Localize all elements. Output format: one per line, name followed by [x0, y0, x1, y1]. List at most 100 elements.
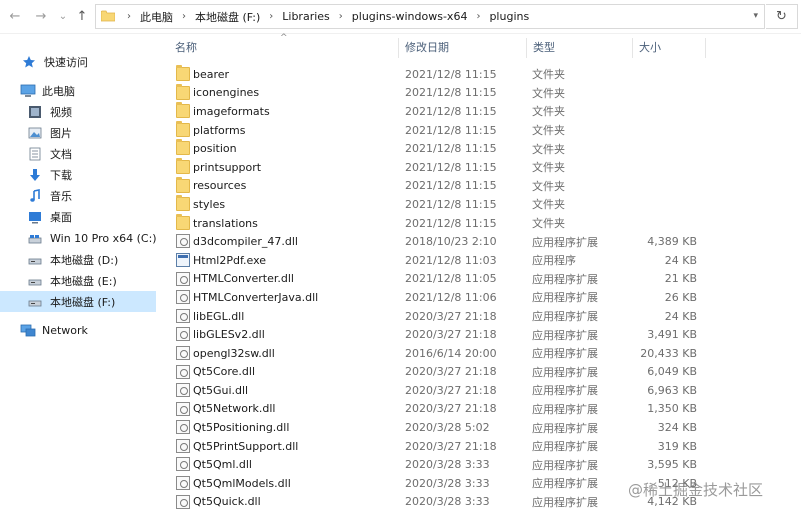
table-row[interactable]: Qt5Qml.dll 2020/3/28 3:33 应用程序扩展 3,595 KB	[170, 455, 800, 474]
sidebar-item-drive-c[interactable]: Win 10 Pro x64 (C:)	[28, 228, 157, 249]
file-size: 3,491 KB	[647, 328, 697, 342]
folder-icon	[176, 102, 190, 119]
table-row[interactable]: opengl32sw.dll 2016/6/14 20:00 应用程序扩展 20,43…	[170, 344, 800, 363]
column-header-name[interactable]: 名称	[175, 36, 197, 60]
sidebar-item-drive-f[interactable]: 本地磁盘 (F:)	[0, 291, 156, 312]
sidebar-item-pictures[interactable]: 图片	[28, 122, 72, 143]
column-header-date[interactable]: 修改日期	[405, 36, 449, 60]
chevron-right-icon[interactable]: ›	[339, 11, 343, 22]
folder-icon	[176, 120, 190, 137]
table-row[interactable]: platforms 2021/12/8 11:15 文件夹	[170, 120, 800, 140]
table-row[interactable]: translations 2021/12/8 11:15 文件夹	[170, 213, 800, 233]
table-row[interactable]: position 2021/12/8 11:15 文件夹	[170, 139, 800, 158]
dll-file-icon	[176, 476, 190, 491]
dll-file-icon	[176, 308, 190, 323]
file-date: 2020/3/27 21:18	[405, 383, 497, 397]
table-row[interactable]: resources 2021/12/8 11:15 文件夹	[170, 176, 800, 196]
column-divider[interactable]	[632, 38, 633, 58]
forward-button[interactable]: →	[32, 8, 50, 26]
breadcrumb-this-pc[interactable]: 此电脑	[140, 9, 173, 25]
document-icon	[28, 147, 44, 161]
table-row[interactable]: HTMLConverterJava.dll 2021/12/8 11:06 应用程序…	[170, 288, 800, 307]
address-history-dropdown-icon[interactable]: ▾	[753, 11, 758, 21]
up-button[interactable]: ↑	[73, 8, 91, 26]
dll-file-icon	[176, 234, 190, 249]
sidebar-item-drive-e[interactable]: 本地磁盘 (E:)	[28, 270, 117, 291]
file-type: 应用程序扩展	[532, 291, 598, 305]
chevron-right-icon[interactable]: ›	[269, 11, 273, 22]
file-type: 应用程序扩展	[532, 440, 598, 454]
file-name: bearer	[193, 67, 230, 81]
file-date: 2021/12/8 11:15	[405, 197, 497, 211]
breadcrumb-drive-f[interactable]: 本地磁盘 (F:)	[195, 9, 260, 25]
chevron-right-icon[interactable]: ›	[127, 11, 131, 22]
sidebar-item-this-pc[interactable]: 此电脑	[20, 80, 75, 101]
sidebar-item-label: 此电脑	[42, 84, 75, 98]
music-icon	[28, 188, 44, 203]
file-name: printsupport	[193, 160, 262, 174]
dll-file-icon	[176, 438, 190, 453]
file-date: 2021/12/8 11:15	[405, 123, 497, 137]
folder-icon	[100, 10, 116, 25]
sidebar-item-drive-d[interactable]: 本地磁盘 (D:)	[28, 249, 118, 270]
chevron-right-icon[interactable]: ›	[182, 11, 186, 22]
back-button[interactable]: ←	[6, 8, 24, 26]
table-row[interactable]: Qt5Core.dll 2020/3/27 21:18 应用程序扩展 6,049 KB	[170, 363, 800, 382]
table-row[interactable]: styles 2021/12/8 11:15 文件夹	[170, 195, 800, 214]
table-row[interactable]: Html2Pdf.exe 2021/12/8 11:03 应用程序 24 KB	[170, 251, 800, 270]
breadcrumb-plugins[interactable]: plugins	[489, 10, 529, 23]
sidebar-item-label: 音乐	[50, 189, 72, 203]
table-row[interactable]: HTMLConverter.dll 2021/12/8 11:05 应用程序扩展 21…	[170, 270, 800, 289]
table-row[interactable]: Qt5Gui.dll 2020/3/27 21:18 应用程序扩展 6,963 KB	[170, 381, 800, 400]
dll-file-icon	[176, 364, 190, 379]
drive-icon	[28, 295, 44, 309]
file-size: 6,049 KB	[647, 365, 697, 379]
table-row[interactable]: printsupport 2021/12/8 11:15 文件夹	[170, 157, 800, 177]
file-date: 2020/3/27 21:18	[405, 365, 497, 379]
drive-icon	[28, 274, 44, 288]
table-row[interactable]: libEGL.dll 2020/3/27 21:18 应用程序扩展 24 KB	[170, 307, 800, 326]
column-divider[interactable]	[705, 38, 706, 58]
sidebar-item-downloads[interactable]: 下载	[28, 164, 72, 185]
table-row[interactable]: imageformats 2021/12/8 11:15 文件夹	[170, 102, 800, 121]
address-bar[interactable]: › 此电脑 › 本地磁盘 (F:) › Libraries › plugins-…	[95, 4, 765, 29]
file-date: 2021/12/8 11:15	[405, 142, 497, 156]
file-name: Qt5Gui.dll	[193, 383, 249, 397]
table-row[interactable]: Qt5Positioning.dll 2020/3/28 5:02 应用程序扩展 32…	[170, 418, 800, 437]
dll-file-icon	[176, 457, 190, 472]
file-name: Qt5Core.dll	[193, 365, 256, 379]
sidebar-item-documents[interactable]: 文档	[28, 143, 72, 164]
column-divider[interactable]	[526, 38, 527, 58]
sidebar-item-videos[interactable]: 视频	[28, 101, 72, 122]
file-size: 1,350 KB	[647, 402, 697, 416]
column-divider[interactable]	[398, 38, 399, 58]
sidebar-item-network[interactable]: Network	[20, 320, 88, 341]
table-row[interactable]: d3dcompiler_47.dll 2018/10/23 2:10 应用程序扩展 4…	[170, 232, 800, 251]
table-row[interactable]: iconengines 2021/12/8 11:15 文件夹	[170, 83, 800, 103]
file-name: Qt5Quick.dll	[193, 495, 261, 509]
sidebar-item-label: Win 10 Pro x64 (C:)	[50, 232, 157, 245]
file-type: 文件夹	[532, 198, 565, 212]
refresh-button[interactable]: ↻	[766, 4, 798, 29]
file-list: bearer 2021/12/8 11:15 文件夹 iconengines 2021/…	[170, 65, 800, 511]
breadcrumb-libraries[interactable]: Libraries	[282, 10, 330, 23]
table-row[interactable]: Qt5PrintSupport.dll 2020/3/27 21:18 应用程序扩展…	[170, 437, 800, 456]
table-row[interactable]: bearer 2021/12/8 11:15 文件夹	[170, 65, 800, 84]
file-date: 2021/12/8 11:06	[405, 290, 497, 304]
column-header-size[interactable]: 大小	[639, 36, 661, 60]
table-row[interactable]: Qt5Network.dll 2020/3/27 21:18 应用程序扩展 1,350…	[170, 400, 800, 419]
chevron-right-icon[interactable]: ›	[476, 11, 480, 22]
sidebar-item-label: 本地磁盘 (D:)	[50, 253, 119, 267]
dll-file-icon	[176, 271, 190, 286]
sidebar-item-desktop[interactable]: 桌面	[28, 206, 72, 227]
recent-locations-dropdown[interactable]: ⌄	[54, 8, 72, 26]
table-row[interactable]: libGLESv2.dll 2020/3/27 21:18 应用程序扩展 3,491 …	[170, 325, 800, 344]
file-date: 2021/12/8 11:15	[405, 104, 497, 118]
sidebar-item-music[interactable]: 音乐	[28, 185, 72, 206]
sidebar-item-quick-access[interactable]: 快速访问	[22, 51, 88, 72]
column-header-type[interactable]: 类型	[533, 36, 555, 60]
breadcrumb-plugins-windows-x64[interactable]: plugins-windows-x64	[352, 10, 468, 23]
file-type: 文件夹	[532, 179, 565, 193]
folder-icon	[176, 83, 190, 100]
navigation-pane: 快速访问 此电脑 视频 图片 文档 下载 音乐 桌面 Win 10 Pro x6…	[0, 35, 160, 514]
